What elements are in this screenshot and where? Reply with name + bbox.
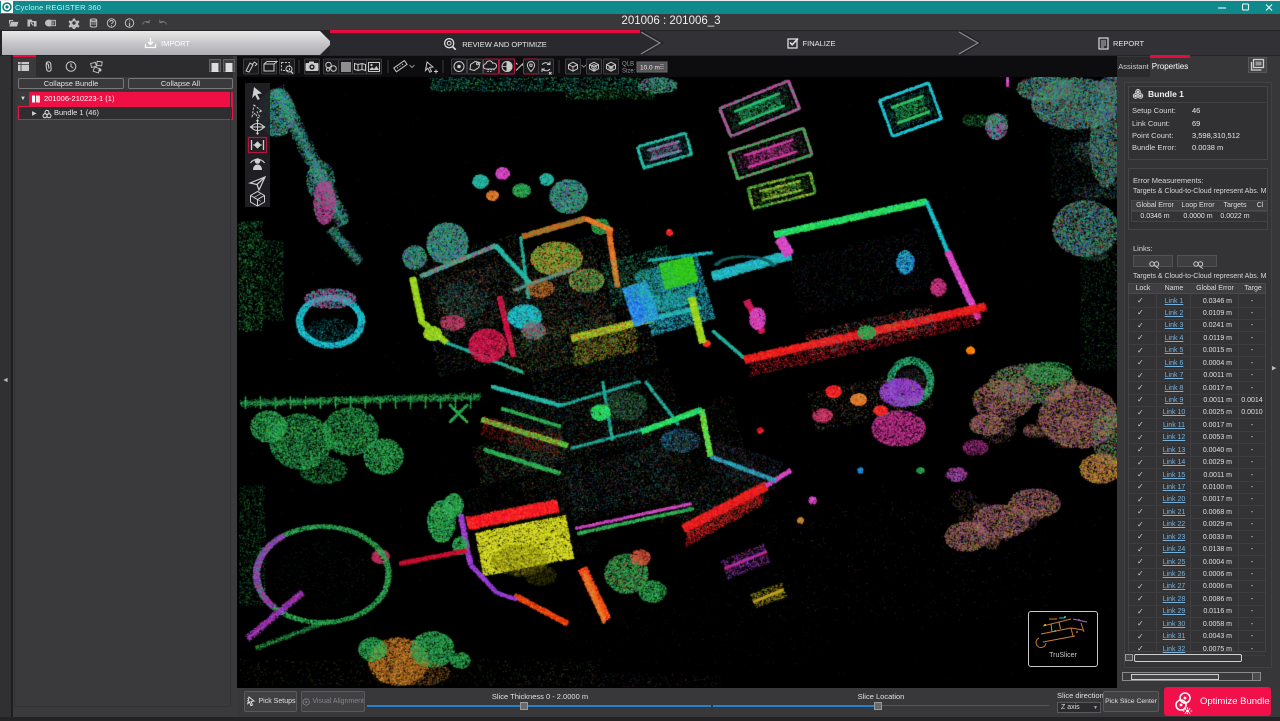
svg-text:10.0 m: 10.0 m bbox=[640, 65, 660, 72]
svg-text:Size:: Size: bbox=[622, 69, 636, 75]
svg-text:QLB: QLB bbox=[622, 62, 634, 68]
svg-text:M: M bbox=[608, 65, 613, 72]
